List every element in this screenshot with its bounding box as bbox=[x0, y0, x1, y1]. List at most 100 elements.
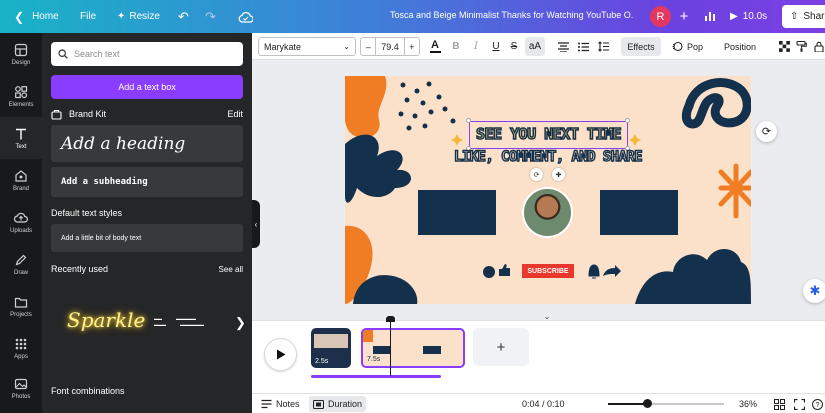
portrait-photo[interactable] bbox=[522, 187, 573, 238]
insights-button[interactable] bbox=[700, 6, 720, 26]
rotate-handle[interactable]: ⟳ bbox=[530, 168, 543, 181]
video-placeholder-left[interactable] bbox=[418, 190, 496, 235]
play-icon bbox=[276, 349, 285, 360]
underline-button[interactable]: U bbox=[490, 37, 502, 56]
comment-refresh-icon: ⟳ bbox=[761, 126, 772, 138]
collapse-panel-handle[interactable]: ‹ bbox=[252, 200, 260, 248]
navy-leaf-bottom-right-shape bbox=[635, 248, 751, 304]
search-icon bbox=[58, 49, 68, 59]
share-button[interactable]: ⇧ Share bbox=[782, 5, 825, 28]
zoom-level[interactable]: 36% bbox=[739, 394, 757, 413]
home-label: Home bbox=[32, 11, 59, 22]
spacing-button[interactable] bbox=[596, 37, 610, 56]
rail-item-draw[interactable]: Draw bbox=[0, 243, 42, 285]
subheading-text[interactable]: LIKE, COMMENT, AND SHARE bbox=[411, 148, 685, 165]
search-bar[interactable] bbox=[51, 42, 243, 66]
brand-kit-row[interactable]: Brand Kit Edit bbox=[51, 107, 243, 121]
video-placeholder-right[interactable] bbox=[600, 190, 678, 235]
invite-plus-icon[interactable]: + bbox=[674, 6, 694, 26]
rail-item-elements[interactable]: Elements bbox=[0, 75, 42, 117]
rail-item-design[interactable]: Design bbox=[0, 33, 42, 75]
increase-font-size-button[interactable]: + bbox=[403, 38, 419, 55]
cloud-save-status[interactable] bbox=[238, 0, 253, 33]
help-button[interactable]: ? bbox=[812, 394, 823, 413]
clip-thumbnail bbox=[423, 346, 441, 354]
fullscreen-button[interactable] bbox=[794, 394, 805, 413]
timeline-play-button[interactable] bbox=[264, 338, 297, 371]
bold-icon: B bbox=[452, 41, 460, 52]
checkerboard-icon bbox=[778, 41, 790, 52]
rail-item-photos[interactable]: Photos bbox=[0, 371, 42, 413]
see-all-link[interactable]: See all bbox=[219, 265, 243, 274]
font-family-dropdown[interactable]: Marykate ⌄ bbox=[258, 37, 356, 56]
rail-item-brand[interactable]: Brand bbox=[0, 159, 42, 201]
redo-button[interactable]: ↷ bbox=[205, 0, 216, 33]
help-icon: ? bbox=[812, 398, 823, 410]
share-arrow-icon bbox=[603, 265, 621, 277]
elements-icon bbox=[15, 85, 28, 98]
bell-icon bbox=[588, 264, 600, 279]
font-size-input[interactable]: 79.4 bbox=[376, 38, 403, 55]
svg-text:?: ? bbox=[816, 402, 820, 409]
list-button[interactable] bbox=[576, 37, 590, 56]
strikethrough-button[interactable]: S bbox=[508, 37, 520, 56]
style-copy-button[interactable] bbox=[795, 37, 807, 56]
recent-sparkle-text[interactable]: Sparkle bbox=[67, 308, 145, 332]
clip-thumbnail bbox=[373, 346, 391, 354]
rail-label: Uploads bbox=[9, 227, 32, 234]
animate-pop-button[interactable]: Pop bbox=[672, 37, 703, 56]
sparkle-icon: ✦ bbox=[117, 11, 126, 22]
add-text-box-button[interactable]: Add a text box bbox=[51, 75, 243, 99]
avatar[interactable]: R bbox=[650, 6, 671, 27]
subscribe-badge[interactable]: SUBSCRIBE bbox=[522, 264, 574, 278]
add-subheading-option[interactable]: Add a subheading bbox=[51, 167, 243, 197]
bold-button[interactable]: B bbox=[450, 37, 462, 56]
position-button[interactable]: Position bbox=[724, 37, 756, 56]
brand-kit-edit-link[interactable]: Edit bbox=[227, 109, 243, 119]
italic-button[interactable]: I bbox=[470, 37, 482, 56]
home-button[interactable]: ❮ Home bbox=[14, 0, 59, 33]
document-title[interactable]: Tosca and Beige Minimalist Thanks for Wa… bbox=[390, 10, 634, 20]
add-page-button[interactable]: + bbox=[473, 328, 529, 366]
brand-kit-icon bbox=[51, 109, 62, 120]
notes-button[interactable]: Notes bbox=[261, 394, 300, 413]
rail-item-projects[interactable]: Projects bbox=[0, 285, 42, 327]
grid-view-button[interactable] bbox=[774, 394, 785, 413]
search-input[interactable] bbox=[74, 49, 234, 59]
clip-duration: 7.5s bbox=[367, 356, 381, 363]
resize-label: Resize bbox=[129, 11, 160, 22]
rail-item-text[interactable]: Text bbox=[0, 117, 42, 159]
move-handle[interactable]: ✚ bbox=[552, 168, 565, 181]
file-menu[interactable]: File bbox=[80, 0, 96, 33]
undo-icon: ↶ bbox=[178, 8, 189, 24]
add-heading-option[interactable]: Add a heading bbox=[51, 125, 243, 162]
undo-button[interactable]: ↶ bbox=[178, 0, 189, 33]
heading-text[interactable]: SEE YOU NEXT TIME bbox=[469, 124, 628, 144]
refresh-comment-button[interactable]: ⟳ bbox=[756, 121, 777, 142]
resize-handle[interactable] bbox=[466, 118, 471, 123]
magic-assistant-button[interactable]: ✱ bbox=[803, 279, 825, 303]
chevron-right-icon[interactable]: ❯ bbox=[235, 315, 246, 331]
transparency-button[interactable] bbox=[778, 37, 790, 56]
lock-button[interactable] bbox=[813, 37, 825, 56]
zoom-slider-handle[interactable] bbox=[643, 399, 652, 408]
align-button[interactable] bbox=[556, 37, 570, 56]
film-icon bbox=[313, 399, 324, 409]
resize-handle[interactable] bbox=[625, 118, 630, 123]
design-page[interactable]: SEE YOU NEXT TIME LIKE, COMMENT, AND SHA… bbox=[345, 76, 751, 304]
letter-case-button[interactable]: aA bbox=[525, 37, 545, 56]
rail-item-apps[interactable]: Apps bbox=[0, 327, 42, 369]
playhead[interactable] bbox=[390, 318, 391, 376]
timeline-clip-2[interactable]: 7.5s bbox=[361, 328, 465, 368]
present-play-button[interactable]: ▶ 10.0s bbox=[722, 5, 778, 28]
add-body-text-option[interactable]: Add a little bit of body text bbox=[51, 224, 243, 252]
collapse-timeline-toggle[interactable]: ⌄ bbox=[540, 312, 554, 321]
timeline-clip-1[interactable]: 2.5s bbox=[311, 328, 351, 368]
rail-item-uploads[interactable]: Uploads bbox=[0, 201, 42, 243]
duration-button[interactable]: Duration bbox=[309, 396, 367, 412]
recent-text-template-thumbnail[interactable]: ▬▬ ▬▬▬▬▬ ▬▬▬ ▬▬▬▬▬▬ bbox=[154, 316, 204, 328]
decrease-font-size-button[interactable]: – bbox=[361, 38, 377, 55]
effects-button[interactable]: Effects bbox=[621, 37, 661, 56]
text-color-button[interactable]: A bbox=[428, 37, 442, 56]
resize-button[interactable]: ✦ Resize bbox=[117, 0, 160, 33]
